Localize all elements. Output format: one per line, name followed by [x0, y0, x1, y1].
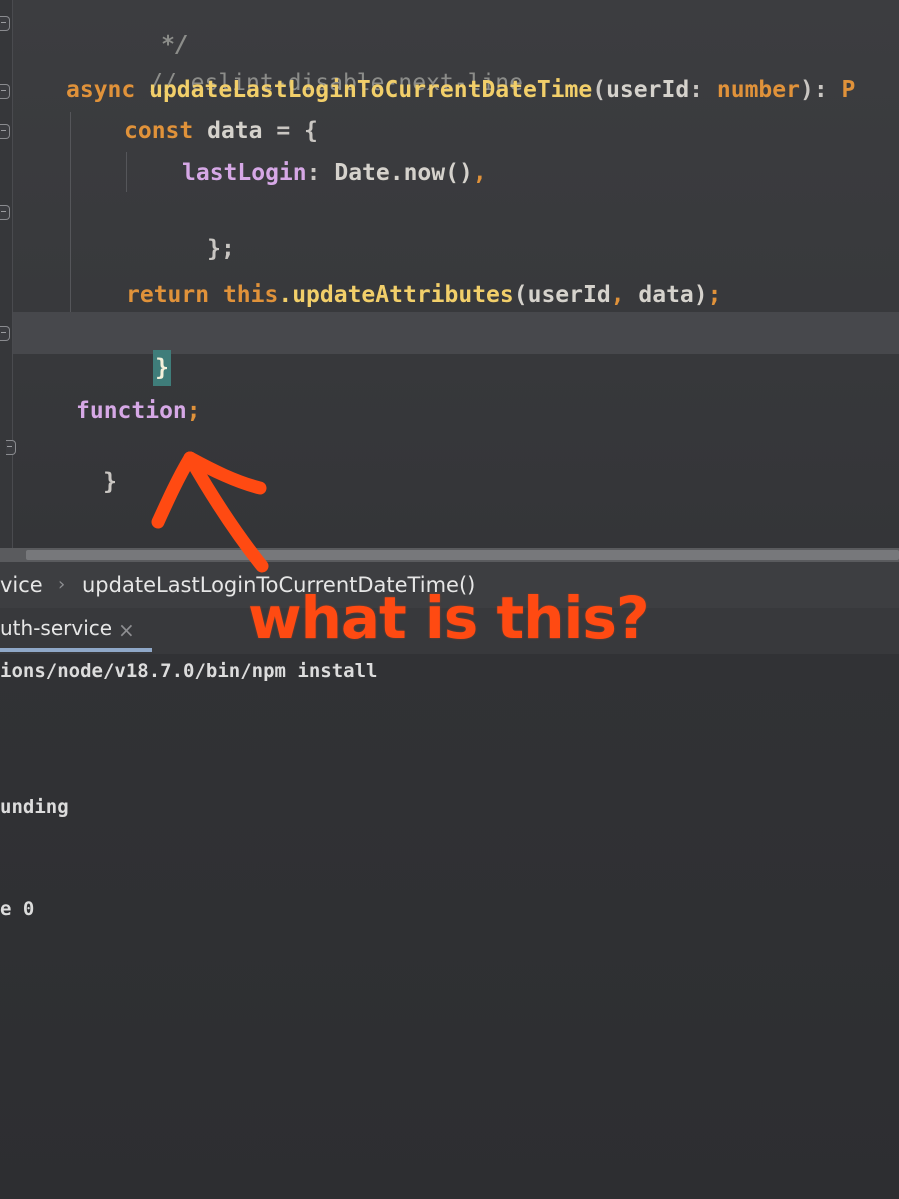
open-paren: (: [592, 77, 607, 103]
code-line-stray-function[interactable]: function;: [76, 393, 201, 429]
code-line-comment-close[interactable]: */: [78, 0, 189, 58]
param-name: userId: [606, 77, 690, 103]
tab-label: uth-service: [0, 616, 113, 640]
code-line-last-login[interactable]: lastLogin: Date.now(),: [182, 155, 487, 191]
active-tab-indicator: [0, 648, 152, 652]
editor-gutter: [0, 0, 13, 548]
indent-guide: [70, 112, 71, 312]
fold-marker-icon[interactable]: [0, 84, 10, 99]
code-line-close-object[interactable]: };: [124, 195, 235, 262]
stray-function-token: function: [76, 398, 187, 424]
code-line-return[interactable]: return this.updateAttributes(userId, dat…: [126, 277, 722, 313]
async-keyword: async: [66, 77, 136, 103]
trailing-comma: ,: [472, 160, 487, 186]
const-keyword: const: [124, 118, 194, 144]
return-keyword: return: [126, 282, 210, 308]
stray-semicolon: ;: [186, 398, 201, 424]
tab-auth-service[interactable]: uth-service ×: [0, 608, 152, 654]
assign-open-brace: = {: [276, 118, 318, 144]
code-line-method-close[interactable]: }: [70, 314, 171, 386]
update-attributes-call: .updateAttributes: [278, 282, 514, 308]
property-colon: :: [306, 160, 321, 186]
this-keyword: this: [222, 282, 279, 308]
indent-guide: [126, 152, 127, 192]
class-close-brace: }: [103, 469, 117, 495]
method-name: updateLastLoginToCurrentDateTime: [149, 77, 593, 103]
terminal-line: unding: [0, 796, 69, 818]
code-editor[interactable]: */ // eslint-disable-next-line async upd…: [0, 0, 899, 548]
terminal-line: ions/node/v18.7.0/bin/npm install: [0, 660, 378, 682]
code-line-const-data[interactable]: const data = {: [124, 113, 318, 149]
breadcrumb-item-parent[interactable]: vice: [0, 562, 43, 608]
fold-marker-icon[interactable]: [0, 205, 10, 220]
fold-marker-icon[interactable]: [6, 440, 16, 455]
property-last-login: lastLogin: [182, 160, 307, 186]
param-type: number: [716, 77, 800, 103]
code-line-class-close[interactable]: }: [20, 428, 117, 495]
horizontal-scrollbar[interactable]: [0, 548, 899, 562]
variable-data: data: [207, 118, 263, 144]
signature-close: ):: [799, 77, 828, 103]
call-args-user-id: (userId: [513, 282, 611, 308]
chevron-right-icon: ›: [58, 574, 66, 595]
terminal-line: e 0: [0, 898, 35, 920]
code-line-method-signature[interactable]: async updateLastLoginToCurrentDateTime(u…: [66, 72, 855, 108]
fold-marker-icon[interactable]: [0, 326, 10, 341]
return-type-partial: P: [841, 77, 856, 103]
close-icon[interactable]: ×: [118, 618, 135, 642]
annotation-text: what is this?: [248, 584, 650, 652]
param-colon: :: [689, 77, 704, 103]
terminal-output[interactable]: ions/node/v18.7.0/bin/npm install unding…: [0, 654, 899, 1199]
fold-marker-icon[interactable]: [0, 124, 10, 139]
photographed-screen: */ // eslint-disable-next-line async upd…: [0, 0, 899, 1199]
date-now-call: Date.now(): [334, 160, 473, 186]
close-object: };: [207, 236, 235, 262]
args-comma: ,: [610, 282, 625, 308]
call-args-data: data): [624, 282, 708, 308]
scrollbar-thumb[interactable]: [26, 550, 899, 560]
return-semicolon: ;: [707, 282, 722, 308]
fold-marker-icon[interactable]: [0, 16, 10, 31]
matched-brace: }: [153, 350, 171, 386]
code-line-eslint-comment[interactable]: // eslint-disable-next-line: [66, 29, 523, 96]
